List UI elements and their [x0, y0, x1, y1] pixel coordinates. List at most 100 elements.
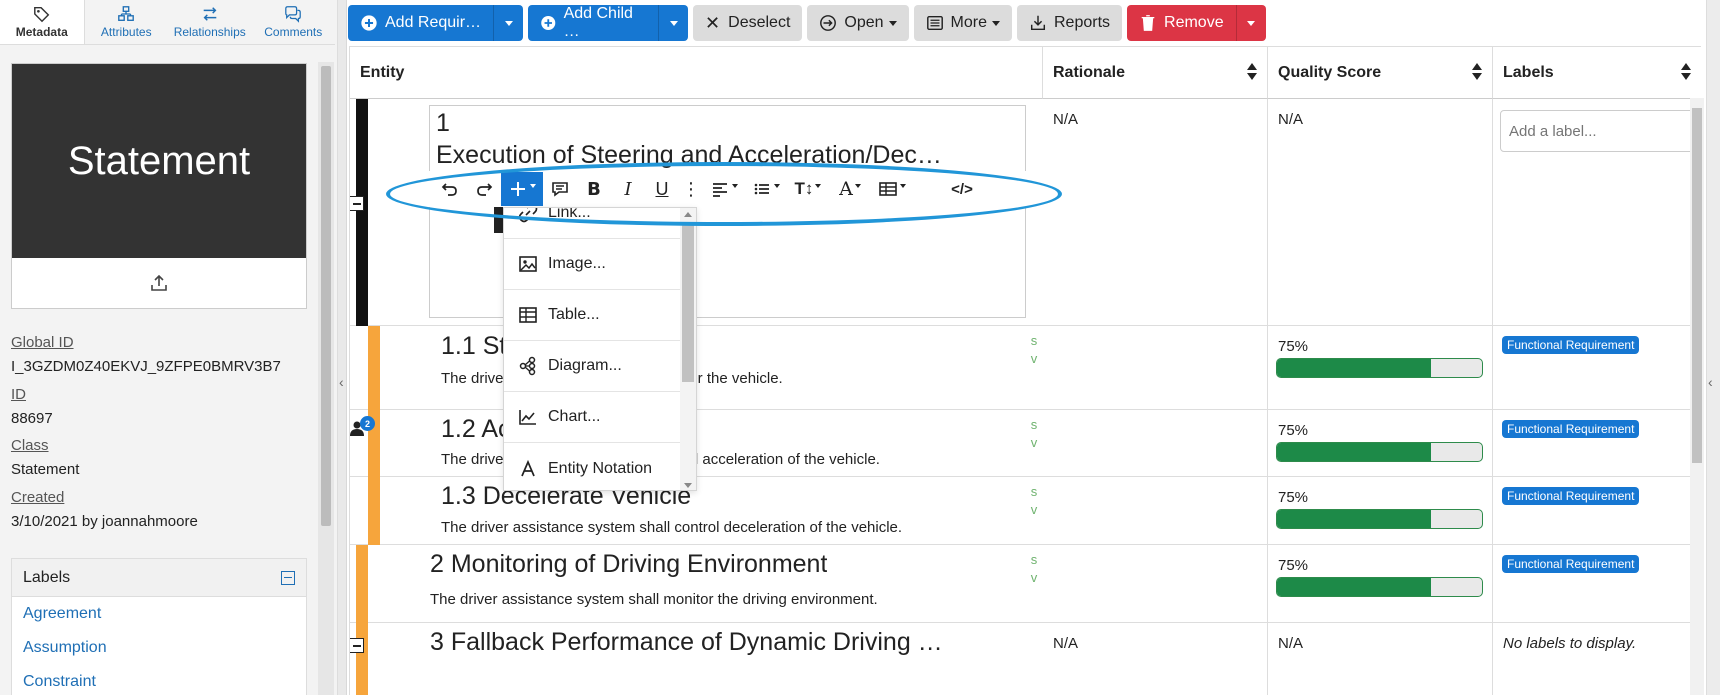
dropdown-scrollbar[interactable] [680, 208, 696, 490]
add-requirement-dropdown[interactable] [493, 5, 523, 41]
label-link-constraint[interactable]: Constraint [12, 665, 306, 695]
deselect-button[interactable]: ✕ Deselect [693, 5, 803, 41]
italic-button[interactable]: I [611, 172, 645, 206]
add-child-button[interactable]: Add Child … [528, 5, 689, 41]
scroll-up-icon[interactable] [684, 212, 692, 217]
menu-item-entity-notation[interactable]: Entity Notation [504, 443, 680, 490]
editor-title[interactable]: Execution of Steering and Acceleration/D… [436, 140, 1011, 170]
menu-item-image[interactable]: Image... [504, 239, 680, 290]
table-row[interactable]: 2 Monitoring of Driving Environment The … [350, 545, 1701, 623]
label-link-agreement[interactable]: Agreement [12, 597, 306, 631]
menu-item-diagram[interactable]: Diagram... [504, 341, 680, 392]
rationale-cell[interactable] [1043, 326, 1268, 409]
tab-comments[interactable]: Comments [252, 0, 336, 44]
insert-button[interactable] [501, 172, 543, 206]
list-button[interactable] [745, 172, 787, 206]
label-badge[interactable]: Functional Requirement [1502, 420, 1640, 438]
open-button[interactable]: Open [807, 5, 909, 41]
add-label-input[interactable] [1500, 110, 1695, 152]
sort-icon[interactable] [1681, 63, 1691, 83]
quality-cell[interactable]: 75% [1268, 477, 1493, 544]
right-panel-splitter[interactable] [1706, 0, 1720, 695]
scrollbar-thumb[interactable] [682, 222, 694, 382]
requirement-title[interactable]: 1.1 St [441, 332, 506, 361]
grid-scrollbar[interactable] [1690, 98, 1704, 695]
requirement-description-tail[interactable]: ntrol acceleration of the vehicle. [669, 451, 880, 468]
chevron-left-icon[interactable]: ‹ [339, 374, 344, 390]
rationale-cell[interactable]: N/A [1043, 99, 1268, 325]
class-label[interactable]: Class [11, 437, 49, 454]
header-rationale[interactable]: Rationale [1043, 47, 1268, 99]
tab-attributes[interactable]: Attributes [85, 0, 169, 44]
tab-metadata[interactable]: Metadata [0, 0, 85, 44]
label-badge[interactable]: Functional Requirement [1502, 555, 1640, 573]
quality-cell[interactable]: 75% [1268, 326, 1493, 409]
quality-cell[interactable]: N/A [1268, 623, 1493, 695]
scroll-down-icon[interactable] [684, 483, 692, 488]
labels-cell[interactable]: Functional Requirement [1493, 477, 1701, 544]
rationale-cell[interactable] [1043, 477, 1268, 544]
header-labels[interactable]: Labels [1493, 47, 1701, 99]
table-row[interactable]: 3 Fallback Performance of Dynamic Drivin… [350, 623, 1701, 695]
header-entity[interactable]: Entity [350, 47, 1043, 99]
menu-item-table[interactable]: Table... [504, 290, 680, 341]
requirement-description[interactable]: The driver assistance system shall contr… [441, 519, 902, 536]
add-requirement-button[interactable]: Add Requir… [348, 5, 524, 41]
scrollbar-thumb[interactable] [1692, 108, 1702, 463]
align-button[interactable] [703, 172, 745, 206]
quality-cell[interactable]: N/A [1268, 99, 1493, 325]
menu-item-link[interactable]: Link... [504, 208, 680, 239]
labels-cell[interactable]: Functional Requirement [1493, 326, 1701, 409]
collapse-toggle[interactable] [350, 196, 364, 211]
reports-button[interactable]: Reports [1016, 5, 1123, 41]
text-size-button[interactable]: T↕ [787, 172, 829, 206]
requirement-title[interactable]: 1.2 Ac [441, 415, 511, 444]
id-label[interactable]: ID [11, 386, 26, 403]
sort-icon[interactable] [1247, 63, 1257, 83]
remove-button[interactable]: Remove [1127, 5, 1266, 41]
created-label[interactable]: Created [11, 489, 64, 506]
requirement-description[interactable]: The driver assistance system shall monit… [430, 591, 878, 608]
rationale-cell[interactable] [1043, 545, 1268, 622]
redo-button[interactable] [467, 172, 501, 206]
editor-number[interactable]: 1 [436, 108, 450, 138]
font-color-button[interactable]: A [829, 172, 871, 206]
collapse-icon[interactable] [281, 570, 295, 585]
add-child-dropdown[interactable] [658, 5, 688, 41]
left-panel-scrollbar[interactable] [318, 62, 334, 695]
panel-splitter[interactable] [338, 0, 347, 695]
requirement-description[interactable]: The drive [441, 451, 504, 468]
tab-relationships[interactable]: Relationships [168, 0, 252, 44]
underline-button[interactable]: U [645, 172, 679, 206]
assignee-indicator[interactable]: 2 [349, 416, 375, 441]
collapse-toggle[interactable] [350, 638, 364, 653]
sort-icon[interactable] [1472, 63, 1482, 83]
table-insert-button[interactable] [871, 172, 913, 206]
comment-button[interactable] [543, 172, 577, 206]
remove-dropdown[interactable] [1235, 5, 1266, 41]
quality-cell[interactable]: 75% [1268, 410, 1493, 476]
label-badge[interactable]: Functional Requirement [1502, 336, 1640, 354]
global-id-label[interactable]: Global ID [11, 334, 74, 351]
requirement-title[interactable]: 3 Fallback Performance of Dynamic Drivin… [430, 628, 1020, 657]
rationale-cell[interactable]: N/A [1043, 623, 1268, 695]
quality-cell[interactable]: 75% [1268, 545, 1493, 622]
bold-button[interactable]: B [577, 172, 611, 206]
more-format-button[interactable]: ⋮ [679, 172, 703, 206]
scrollbar-thumb[interactable] [321, 66, 331, 526]
header-quality[interactable]: Quality Score [1268, 47, 1493, 99]
upload-button[interactable] [12, 258, 306, 308]
labels-cell[interactable]: Functional Requirement [1493, 410, 1701, 476]
chevron-left-icon[interactable]: ‹ [1708, 374, 1713, 390]
source-code-button[interactable]: </> [945, 172, 979, 206]
label-link-assumption[interactable]: Assumption [12, 631, 306, 665]
labels-cell[interactable]: No labels to display. [1493, 623, 1701, 695]
more-button[interactable]: More [913, 5, 1012, 41]
labels-cell[interactable]: Functional Requirement [1493, 545, 1701, 622]
label-badge[interactable]: Functional Requirement [1502, 487, 1640, 505]
undo-button[interactable] [433, 172, 467, 206]
requirement-title[interactable]: 2 Monitoring of Driving Environment [430, 550, 827, 579]
rationale-cell[interactable] [1043, 410, 1268, 476]
menu-item-chart[interactable]: Chart... [504, 392, 680, 443]
requirement-description[interactable]: The driver [441, 370, 509, 387]
